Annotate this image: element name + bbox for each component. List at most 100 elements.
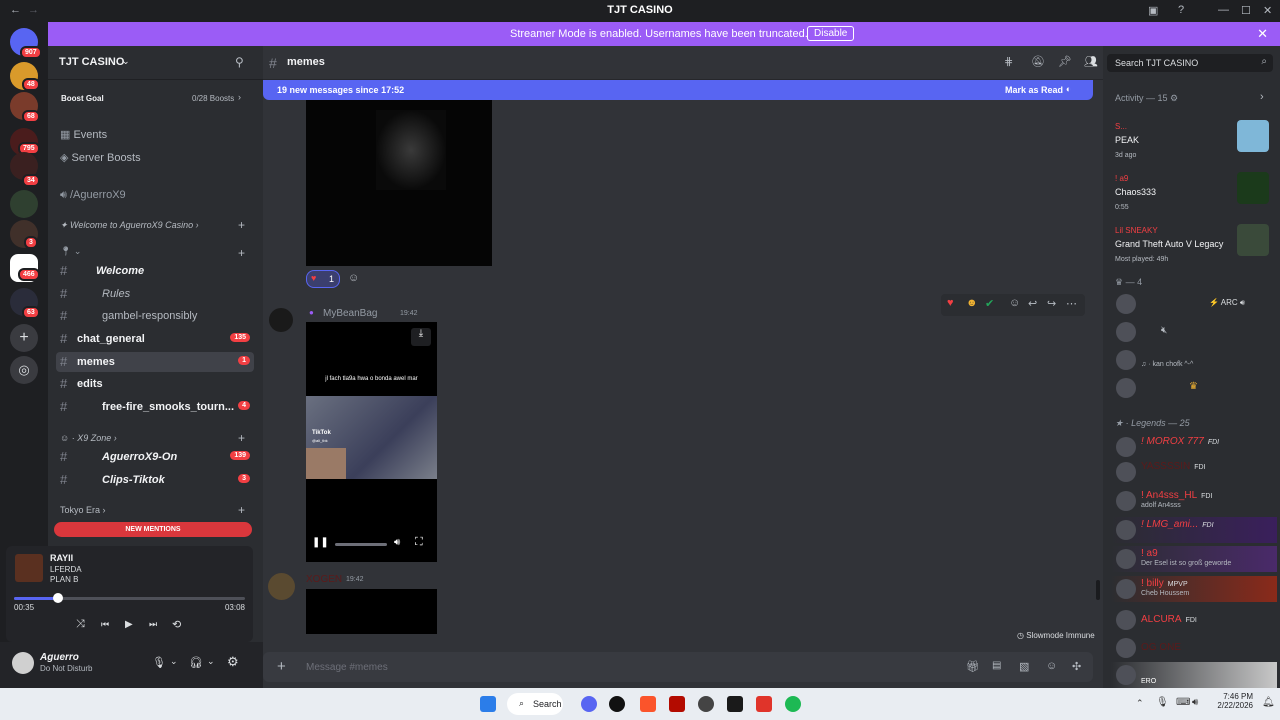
discord-app-icon[interactable] [581, 696, 597, 712]
add-channel-icon[interactable]: + [238, 503, 245, 517]
channel-memes[interactable]: # memes 1 [56, 352, 254, 372]
member-item[interactable]: ♫ · kan chofk ^-^ [1111, 347, 1273, 373]
spotify-icon[interactable] [785, 696, 801, 712]
add-attachment-icon[interactable]: + [277, 658, 286, 675]
chevron-down-icon[interactable]: ⌄ [170, 656, 178, 667]
forward-icon[interactable]: ↪ [1047, 297, 1056, 310]
disable-button[interactable]: Disable [807, 26, 855, 41]
shuffle-icon[interactable]: ⤨ [76, 618, 85, 631]
play-icon[interactable]: ▶ [125, 619, 133, 630]
app-icon[interactable] [609, 696, 625, 712]
activity-card[interactable]: Lil SNEAKY Grand Theft Auto V Legacy Mos… [1115, 222, 1275, 263]
message-author[interactable]: MyBeanBag [323, 308, 377, 319]
category-tokyo-era[interactable]: Tokyo Era › [60, 505, 106, 515]
download-icon[interactable]: ⤓ [411, 328, 431, 346]
mark-as-read[interactable]: Mark as Read [1005, 85, 1063, 95]
microphone-icon[interactable]: 🎙︎ [1156, 697, 1169, 708]
network-icon[interactable]: ⌨︎ [1176, 697, 1190, 708]
adobe-icon[interactable] [669, 696, 685, 712]
avatar[interactable] [12, 652, 34, 674]
inbox-icon[interactable]: ▣ [1148, 4, 1158, 17]
previous-icon[interactable]: ⏮︎ [101, 619, 109, 630]
brave-browser-icon[interactable] [640, 696, 656, 712]
tray-chevron-icon[interactable]: ⌃ [1136, 698, 1144, 709]
sticker-icon[interactable]: ▧ [1019, 660, 1029, 673]
chevron-down-icon[interactable]: ⌄ [207, 656, 215, 667]
add-server-icon[interactable]: + [10, 324, 38, 352]
member-item[interactable]: YASSSSIN FDI [1111, 459, 1273, 485]
progress-knob[interactable] [52, 593, 63, 603]
category-pin[interactable]: 📍︎ ⌄ [60, 246, 81, 257]
add-reaction-icon[interactable]: ☺ [348, 272, 359, 284]
channel-gambel[interactable]: # gambel-responsibly [56, 306, 254, 326]
member-item[interactable]: ! LMG_ami... FDI [1111, 517, 1277, 543]
activity-card[interactable]: S... PEAK 3d ago [1115, 118, 1275, 159]
app-icon[interactable] [698, 696, 714, 712]
member-item[interactable]: 🔇︎ [1111, 319, 1273, 345]
progress-track[interactable] [14, 597, 245, 600]
volume-icon[interactable]: 🔊︎ [1192, 697, 1198, 708]
volume-icon[interactable]: 🔊︎ [394, 537, 400, 548]
boost-goal[interactable]: Boost Goal 0/28 Boosts › [48, 84, 263, 112]
close-banner-icon[interactable]: ✕ [1257, 26, 1268, 42]
channel-rules[interactable]: # Rules [56, 284, 254, 304]
member-item[interactable]: ! billy MPVP Cheb Houssem [1111, 576, 1277, 602]
repeat-icon[interactable]: ⟲ [172, 618, 181, 631]
add-reaction-icon[interactable]: ☺ [1009, 297, 1020, 309]
avatar[interactable] [269, 308, 293, 332]
channel-clips-tiktok[interactable]: # Clips-Tiktok 3 [56, 470, 254, 490]
notifications-icon[interactable]: 🔔︎ [1262, 697, 1275, 708]
more-icon[interactable]: ⋯ [1066, 297, 1077, 310]
threads-icon[interactable]: ⋕ [1004, 55, 1013, 68]
minimize-icon[interactable]: — [1218, 4, 1229, 16]
member-item[interactable]: ERO [1111, 662, 1277, 688]
events-item[interactable]: ▦ Events [60, 128, 107, 141]
windows-start-icon[interactable] [480, 696, 496, 712]
video-attachment[interactable]: ⤓ jl fach tla9a hwa o bonda awel mar Tik… [306, 322, 437, 562]
activity-card[interactable]: ! a9 Chaos333 0:55 [1115, 170, 1275, 211]
channel-aguerrox9-on[interactable]: # AguerroX9-On 139 [56, 447, 254, 467]
server-header[interactable]: TJT CASINO ⌄ ⚲ [48, 46, 263, 80]
gift-icon[interactable]: 🎁︎ [966, 660, 980, 673]
channel-free-fire[interactable]: # free-fire_smooks_tourn... 4 [56, 397, 254, 417]
message-input[interactable]: Message #memes [306, 662, 388, 673]
clock[interactable]: 7:46 PM 2/22/2026 [1213, 692, 1253, 710]
member-item[interactable]: OG ONE [1111, 635, 1273, 661]
member-item[interactable]: ALCURA FDI [1111, 607, 1273, 633]
member-item[interactable]: ! An4sss_HL FDI adolf An4sss [1111, 488, 1273, 514]
server-boosts-item[interactable]: ◈ Server Boosts [60, 151, 141, 164]
microphone-icon[interactable]: 🎙︎ [152, 656, 166, 669]
heart-icon[interactable]: ♥ [947, 297, 954, 309]
search-input[interactable]: Search TJT CASINO [1115, 58, 1198, 68]
app-icon[interactable] [727, 696, 743, 712]
server-icon[interactable] [10, 190, 38, 218]
chevron-right-icon[interactable]: › [1260, 91, 1264, 103]
member-item[interactable]: ! MOROX 777 FDI [1111, 434, 1273, 460]
scrollbar[interactable] [1096, 580, 1100, 600]
category-x9-zone[interactable]: ☺ · X9 Zone › [60, 433, 117, 443]
notifications-muted-icon[interactable]: 🔕︎ [1031, 55, 1045, 68]
video-attachment[interactable] [306, 589, 437, 634]
video-progress[interactable] [335, 543, 387, 546]
message-author[interactable]: XOGEN [306, 574, 342, 585]
settings-gear-icon[interactable]: ⚙ [227, 654, 239, 670]
voice-channel[interactable]: 🔊︎ /AguerroX9 [60, 189, 126, 202]
member-item[interactable]: ! a9 Der Esel ist so groß geworde [1111, 546, 1277, 572]
new-mentions-button[interactable]: NEW MENTIONS [54, 522, 252, 537]
taskbar-search[interactable]: ⌕ Search [507, 693, 563, 715]
add-channel-icon[interactable]: + [238, 431, 245, 445]
headphones-icon[interactable]: 🎧︎ [189, 656, 203, 669]
discover-icon[interactable]: ◎ [10, 356, 38, 384]
member-item[interactable]: ♛ [1111, 375, 1273, 401]
category-welcome[interactable]: ✦ Welcome to AguerroX9 Casino › [60, 220, 199, 231]
pin-icon[interactable]: 📌︎ [1058, 55, 1072, 68]
fullscreen-icon[interactable]: ⛶ [415, 536, 423, 549]
close-window-icon[interactable]: ✕ [1263, 4, 1272, 17]
channel-edits[interactable]: # edits [56, 374, 254, 394]
emoji-icon[interactable]: ☺ [1046, 660, 1057, 672]
checkmark-icon[interactable]: ✔ [985, 297, 994, 310]
image-attachment[interactable] [306, 100, 492, 266]
search-box[interactable]: Search TJT CASINO ⌕ [1107, 54, 1273, 72]
channel-welcome[interactable]: # Welcome [56, 261, 254, 281]
new-messages-bar[interactable]: 19 new messages since 17:52 Mark as Read… [263, 80, 1093, 100]
